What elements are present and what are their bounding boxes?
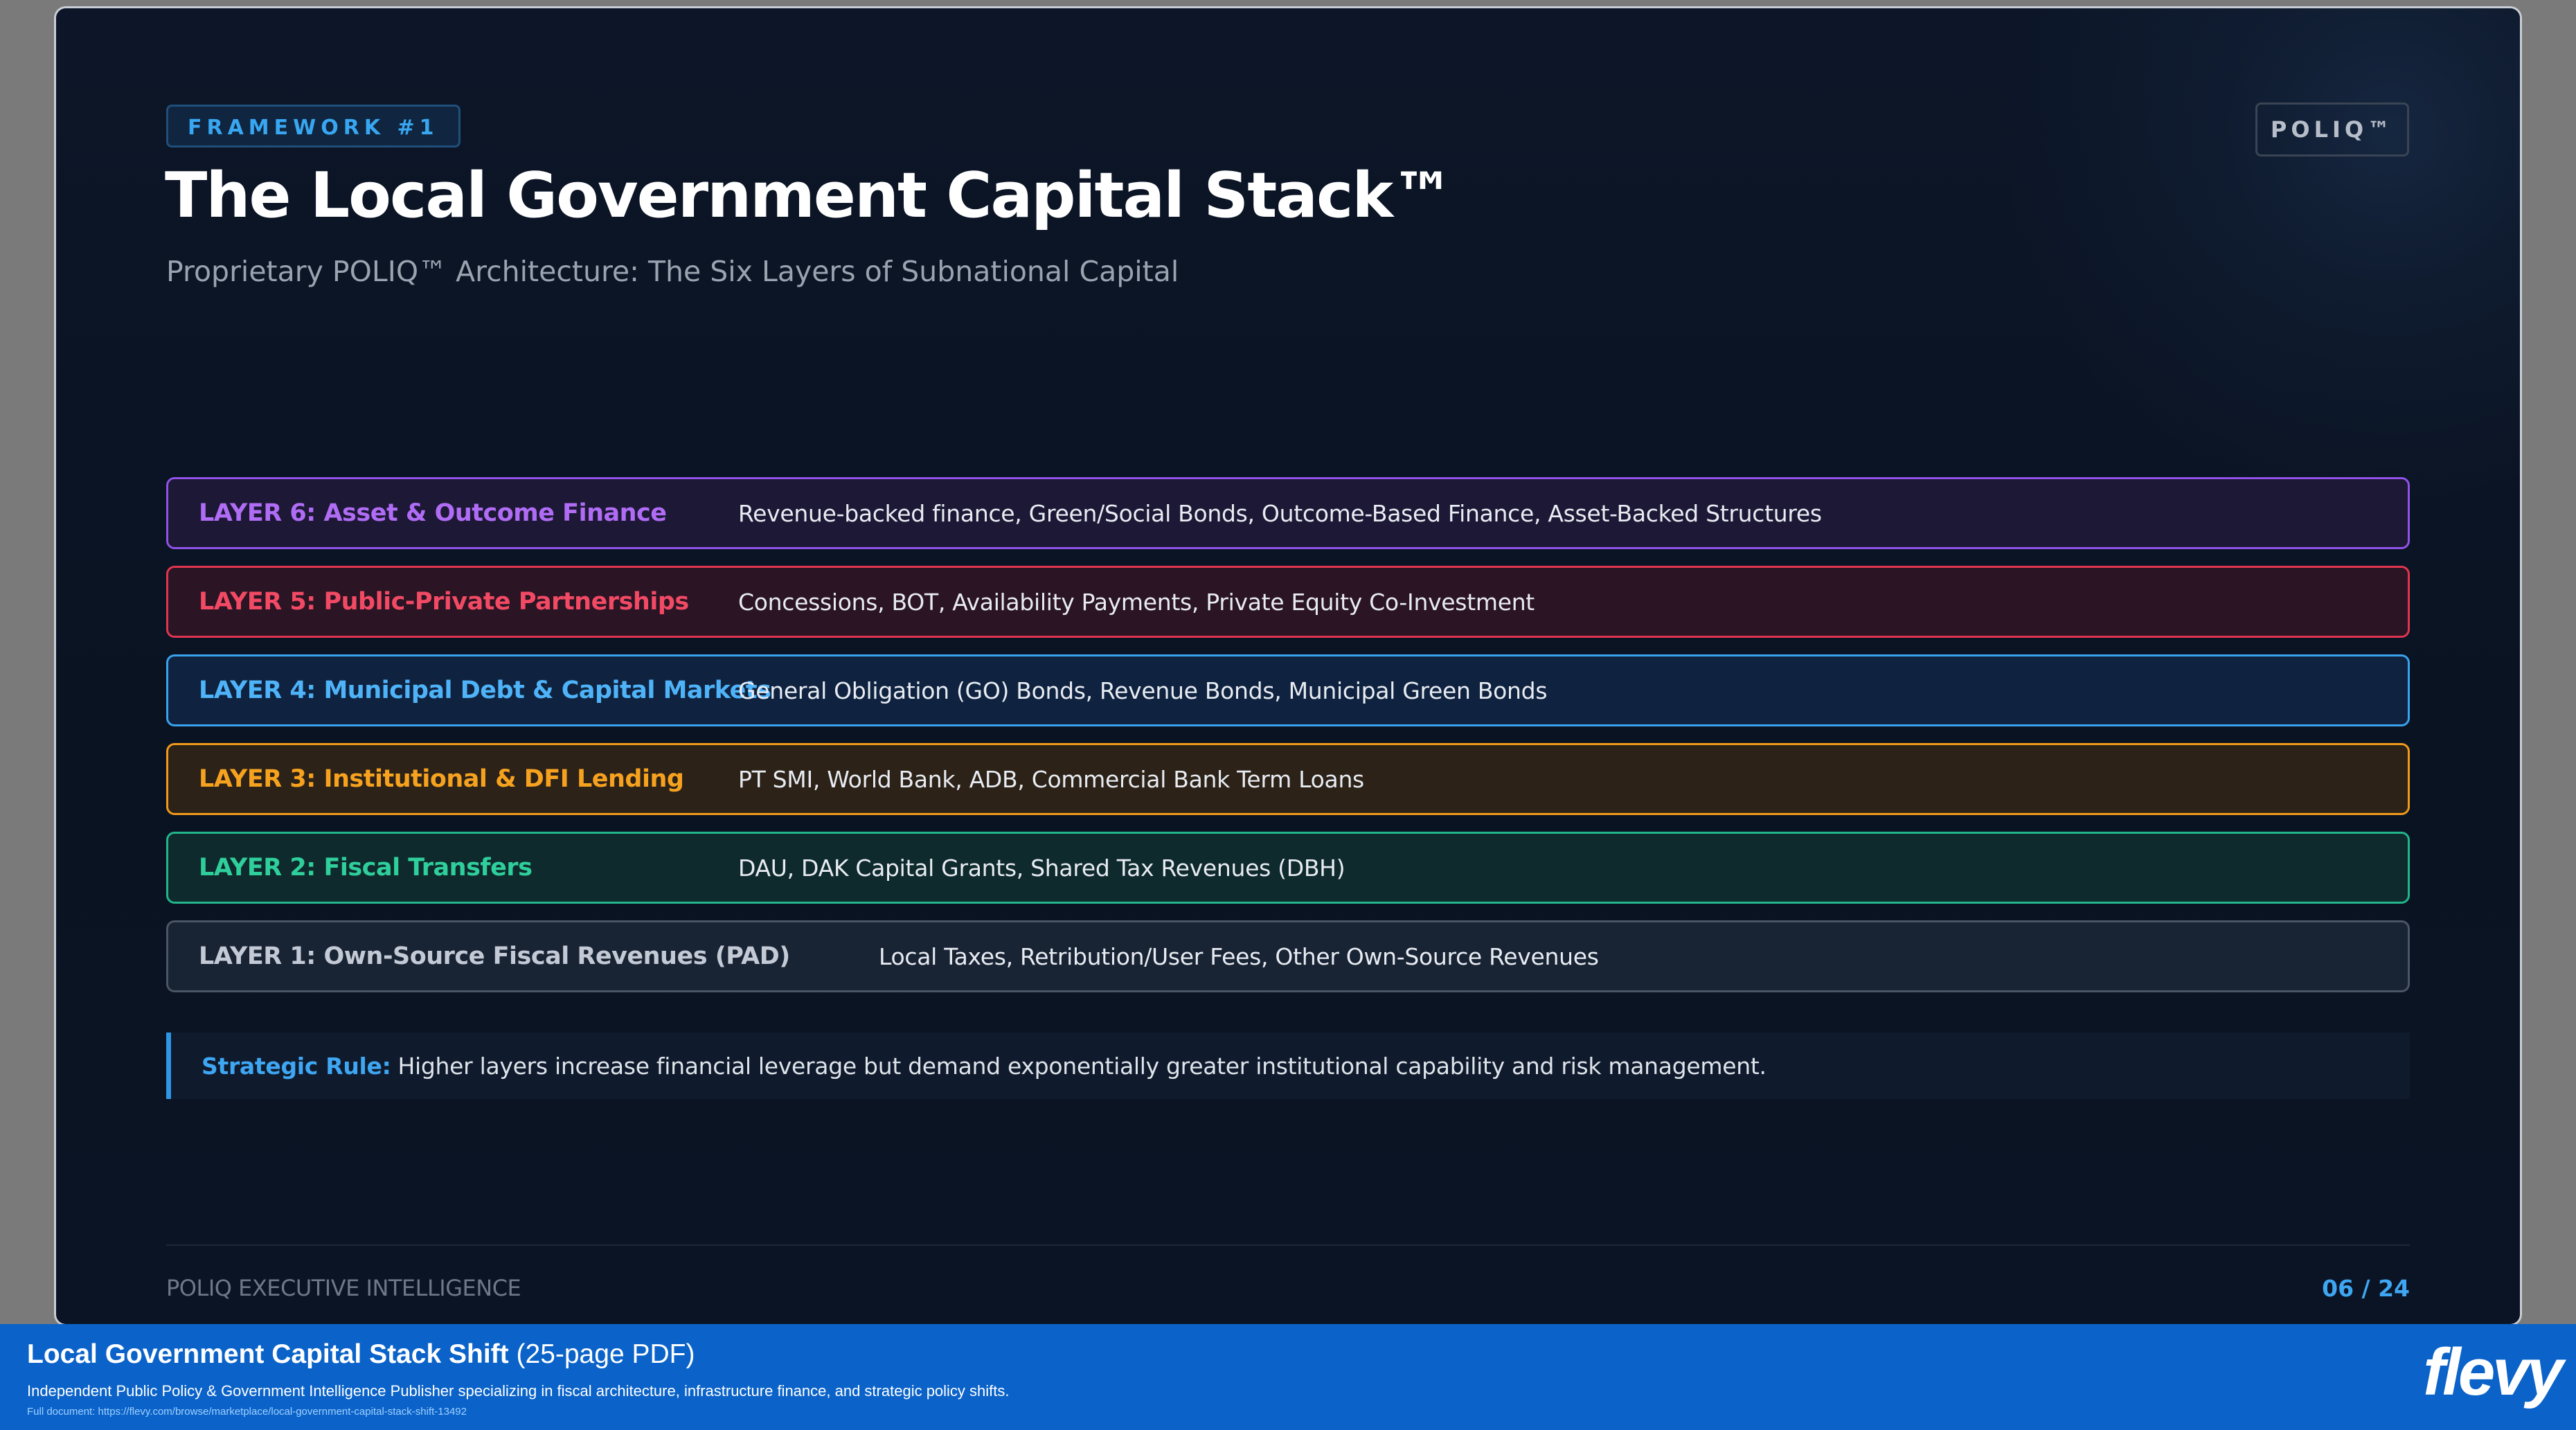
document-banner: Local Government Capital Stack Shift (25…: [0, 1324, 2576, 1430]
footer-divider: [166, 1244, 2410, 1246]
layer-6-description: Revenue-backed finance, Green/Social Bon…: [738, 499, 1822, 527]
layer-3-name: LAYER 3: Institutional & DFI Lending: [199, 765, 684, 793]
framework-tag: FRAMEWORK #1: [166, 105, 460, 148]
banner-page-count: (25-page PDF): [516, 1339, 695, 1369]
strategic-rule-label: Strategic Rule:: [202, 1052, 391, 1080]
strategic-rule-text: Higher layers increase financial leverag…: [397, 1052, 1766, 1080]
banner-description: Independent Public Policy & Government I…: [27, 1382, 1010, 1400]
strategic-rule-callout: Strategic Rule: Higher layers increase f…: [166, 1033, 2410, 1099]
poliq-logo: POLIQ™: [2255, 102, 2409, 157]
page-subtitle: Proprietary POLIQ™ Architecture: The Six…: [166, 255, 1179, 288]
layer-5-name: LAYER 5: Public-Private Partnerships: [199, 588, 689, 616]
layer-3-description: PT SMI, World Bank, ADB, Commercial Bank…: [738, 765, 1364, 793]
layer-1-description: Local Taxes, Retribution/User Fees, Othe…: [879, 942, 1599, 970]
capital-stack-layers: LAYER 6: Asset & Outcome Finance Revenue…: [166, 477, 2410, 1009]
layer-5-description: Concessions, BOT, Availability Payments,…: [738, 588, 1535, 616]
banner-document-title: Local Government Capital Stack Shift: [27, 1339, 509, 1369]
slide: FRAMEWORK #1 POLIQ™ The Local Government…: [56, 8, 2520, 1324]
layer-2-name: LAYER 2: Fiscal Transfers: [199, 854, 533, 882]
layer-3-row: LAYER 3: Institutional & DFI Lending PT …: [166, 743, 2410, 815]
banner-title: Local Government Capital Stack Shift (25…: [27, 1339, 695, 1370]
layer-2-description: DAU, DAK Capital Grants, Shared Tax Reve…: [738, 854, 1345, 882]
layer-6-row: LAYER 6: Asset & Outcome Finance Revenue…: [166, 477, 2410, 549]
flevy-logo[interactable]: flevy: [2423, 1339, 2564, 1406]
page-title: The Local Government Capital Stack™: [165, 159, 1454, 232]
layer-6-name: LAYER 6: Asset & Outcome Finance: [199, 499, 667, 527]
page-number: 06 / 24: [2322, 1275, 2410, 1302]
layer-4-description: General Obligation (GO) Bonds, Revenue B…: [738, 677, 1548, 704]
banner-document-link[interactable]: Full document: https://flevy.com/browse/…: [27, 1406, 467, 1418]
layer-4-row: LAYER 4: Municipal Debt & Capital Market…: [166, 654, 2410, 726]
footer-brand: POLIQ EXECUTIVE INTELLIGENCE: [166, 1275, 521, 1301]
layer-5-row: LAYER 5: Public-Private Partnerships Con…: [166, 566, 2410, 638]
layer-1-row: LAYER 1: Own-Source Fiscal Revenues (PAD…: [166, 920, 2410, 992]
layer-4-name: LAYER 4: Municipal Debt & Capital Market…: [199, 677, 771, 704]
layer-2-row: LAYER 2: Fiscal Transfers DAU, DAK Capit…: [166, 832, 2410, 904]
layer-1-name: LAYER 1: Own-Source Fiscal Revenues (PAD…: [199, 942, 790, 970]
